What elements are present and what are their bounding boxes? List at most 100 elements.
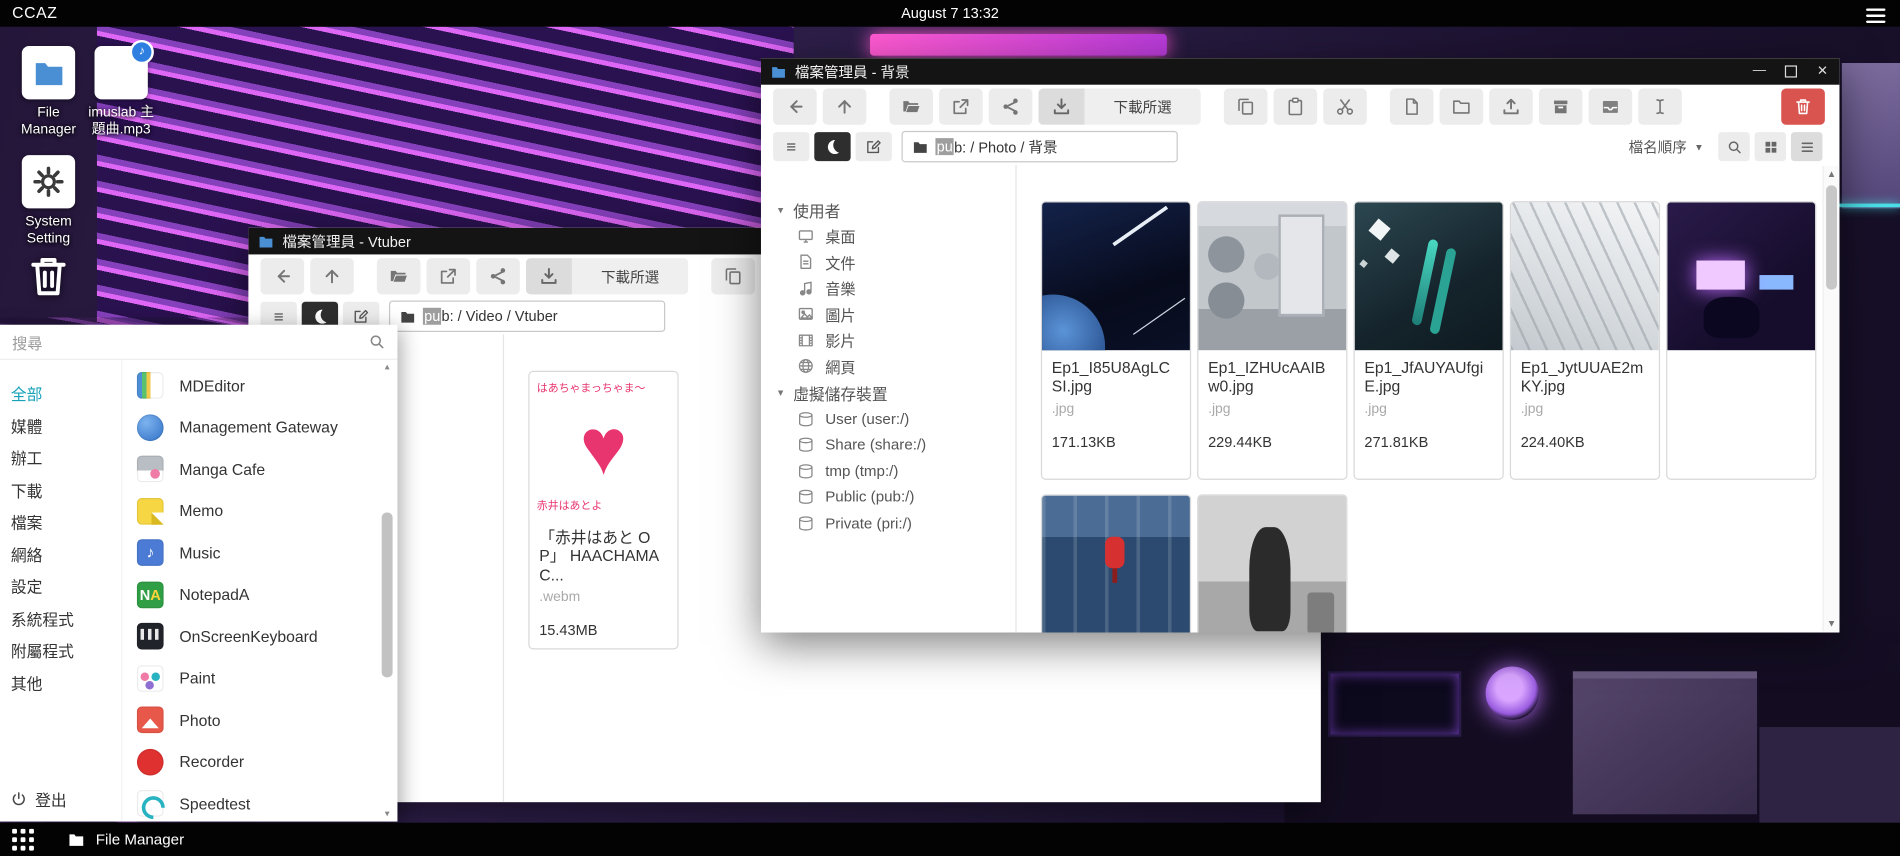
- back-button[interactable]: [773, 88, 817, 124]
- list-view-button[interactable]: [1791, 132, 1823, 161]
- close-button[interactable]: ✕: [1815, 62, 1830, 80]
- category-item-附屬程式[interactable]: 附屬程式: [0, 636, 121, 668]
- sidebar-item-網頁[interactable]: 網頁: [761, 353, 1015, 379]
- sidebar-item-tmp (tmp:/)[interactable]: tmp (tmp:/): [761, 458, 1015, 484]
- sidebar-item-圖片[interactable]: 圖片: [761, 301, 1015, 327]
- delete-button[interactable]: [1781, 88, 1825, 124]
- category-item-檔案[interactable]: 檔案: [0, 508, 121, 540]
- scroll-up-arrow[interactable]: ▲: [1824, 166, 1840, 182]
- window-file-manager-photo[interactable]: 檔案管理員 - 背景 —✕ 下載所選 ≡ pub: / Photo / 背景 檔…: [761, 58, 1839, 632]
- open-folder-button[interactable]: [377, 258, 421, 294]
- file-grid-scrollbar[interactable]: ▲ ▼: [1822, 166, 1839, 631]
- file-card-webm[interactable]: はあちゃまっちゃま〜 ♥ 赤井はあとよ 「赤井はあと OP」 HAACHAMA …: [528, 371, 678, 650]
- up-button[interactable]: [310, 258, 354, 294]
- category-item-下載[interactable]: 下載: [0, 476, 121, 508]
- app-list-scrollbar[interactable]: ▴ ▾: [379, 360, 395, 822]
- sidebar-toggle-button[interactable]: ≡: [773, 132, 809, 161]
- scroll-up-arrow[interactable]: ▴: [379, 360, 395, 375]
- open-folder-button[interactable]: [889, 88, 933, 124]
- sidebar-section-1[interactable]: ▾虛擬儲存裝置: [761, 379, 1015, 406]
- category-item-網絡[interactable]: 網絡: [0, 540, 121, 572]
- app-item-memo[interactable]: Memo: [137, 490, 398, 532]
- app-item-onscreenkeyboard[interactable]: OnScreenKeyboard: [137, 616, 398, 658]
- app-item-music[interactable]: ♪Music: [137, 532, 398, 574]
- app-item-notepada[interactable]: NANotepadA: [137, 574, 398, 616]
- scroll-down-arrow[interactable]: ▼: [1824, 616, 1840, 632]
- app-item-management-gateway[interactable]: Management Gateway: [137, 407, 398, 449]
- sidebar-item-文件[interactable]: 文件: [761, 249, 1015, 275]
- app-item-speedtest[interactable]: Speedtest: [137, 783, 398, 822]
- app-item-paint[interactable]: Paint: [137, 657, 398, 699]
- search-input[interactable]: 搜尋: [12, 330, 368, 353]
- sidebar-item-桌面[interactable]: 桌面: [761, 223, 1015, 249]
- desktop-icon-imuslab-mp3[interactable]: ♪ imuslab 主題曲.mp3: [82, 46, 160, 139]
- desktop-icon-system-setting[interactable]: System Setting: [10, 155, 88, 248]
- scrollbar-thumb[interactable]: [1826, 185, 1837, 289]
- archive-button[interactable]: [1539, 88, 1583, 124]
- category-item-系統程式[interactable]: 系統程式: [0, 604, 121, 636]
- app-launcher-icon[interactable]: [12, 829, 34, 851]
- category-item-其他[interactable]: 其他: [0, 668, 121, 700]
- app-item-photo[interactable]: Photo: [137, 699, 398, 741]
- theme-moon-button[interactable]: [814, 132, 850, 161]
- share-button[interactable]: [476, 258, 520, 294]
- desktop-icon-file-manager[interactable]: File Manager: [10, 46, 88, 139]
- share-button[interactable]: [989, 88, 1033, 124]
- maximize-button[interactable]: [1784, 62, 1799, 80]
- sort-order-dropdown[interactable]: 檔名順序: [1629, 136, 1687, 157]
- edit-path-button[interactable]: [855, 132, 891, 161]
- external-link-button[interactable]: [939, 88, 983, 124]
- sidebar-item-Private (pri:/)[interactable]: Private (pri:/): [761, 510, 1015, 536]
- file-card-Ep1_JytUUAE2mKY.jpg[interactable]: Ep1_JytUUAE2mKY.jpg.jpg224.40KB: [1510, 201, 1660, 480]
- up-button[interactable]: [823, 88, 867, 124]
- sidebar-item-音樂[interactable]: 音樂: [761, 275, 1015, 301]
- path-input[interactable]: pub: / Video / Vtuber: [389, 301, 665, 333]
- file-card[interactable]: [1041, 494, 1191, 632]
- new-folder-button[interactable]: [1440, 88, 1484, 124]
- search-button[interactable]: [1718, 132, 1750, 161]
- copy-button[interactable]: [1224, 88, 1268, 124]
- minimize-button[interactable]: —: [1752, 62, 1767, 80]
- scrollbar-thumb[interactable]: [382, 513, 393, 678]
- cut-button[interactable]: [1323, 88, 1367, 124]
- category-item-全部[interactable]: 全部: [0, 379, 121, 411]
- file-card[interactable]: [1197, 494, 1347, 632]
- file-card[interactable]: [1666, 201, 1816, 480]
- sidebar-item-Share (share:/)[interactable]: Share (share:/): [761, 432, 1015, 458]
- hamburger-icon[interactable]: [1866, 5, 1885, 22]
- category-item-媒體[interactable]: 媒體: [0, 411, 121, 443]
- app-item-mdeditor[interactable]: MDEditor: [137, 365, 398, 407]
- rename-button[interactable]: [1638, 88, 1682, 124]
- sidebar-item-影片[interactable]: 影片: [761, 327, 1015, 353]
- app-item-manga-cafe[interactable]: Manga Cafe: [137, 448, 398, 490]
- category-item-辦工[interactable]: 辦工: [0, 443, 121, 475]
- file-card-Ep1_JfAUYAUfgiE.jpg[interactable]: Ep1_JfAUYAUfgiE.jpg.jpg271.81KB: [1354, 201, 1504, 480]
- file-card-Ep1_IZHUcAAIBw0.jpg[interactable]: Ep1_IZHUcAAIBw0.jpg.jpg229.44KB: [1197, 201, 1347, 480]
- scroll-down-arrow[interactable]: ▾: [379, 807, 395, 822]
- file-name: Ep1_JytUUAE2mKY.jpg: [1521, 359, 1649, 396]
- sidebar-section-0[interactable]: ▾使用者: [761, 196, 1015, 223]
- sidebar-item-User (user:/)[interactable]: User (user:/): [761, 406, 1015, 432]
- start-menu-search[interactable]: 搜尋: [0, 325, 397, 360]
- new-file-button[interactable]: [1390, 88, 1434, 124]
- inbox-button[interactable]: [1589, 88, 1633, 124]
- sidebar-item-Public (pub:/)[interactable]: Public (pub:/): [761, 484, 1015, 510]
- disk-icon: [797, 463, 814, 480]
- grid-view-button[interactable]: [1755, 132, 1787, 161]
- category-item-設定[interactable]: 設定: [0, 572, 121, 604]
- app-item-recorder[interactable]: Recorder: [137, 741, 398, 783]
- upload-button[interactable]: [1489, 88, 1533, 124]
- logout-button[interactable]: 登出: [11, 788, 67, 811]
- back-button[interactable]: [261, 258, 305, 294]
- desktop-icon-trash[interactable]: [10, 247, 88, 305]
- paste-button[interactable]: [1274, 88, 1318, 124]
- copy-button[interactable]: [711, 258, 755, 294]
- path-input[interactable]: pub: / Photo / 背景: [902, 131, 1178, 163]
- download-selected-button[interactable]: 下載所選: [1038, 88, 1200, 124]
- download-selected-button[interactable]: 下載所選: [526, 258, 688, 294]
- file-card-Ep1_I85U8AgLCSI.jpg[interactable]: Ep1_I85U8AgLCSI.jpg.jpg171.13KB: [1041, 201, 1191, 480]
- search-icon: [368, 333, 385, 350]
- external-link-button[interactable]: [427, 258, 471, 294]
- taskbar-item-file-manager[interactable]: File Manager: [53, 823, 198, 856]
- window-titlebar[interactable]: 檔案管理員 - 背景 —✕: [761, 58, 1839, 85]
